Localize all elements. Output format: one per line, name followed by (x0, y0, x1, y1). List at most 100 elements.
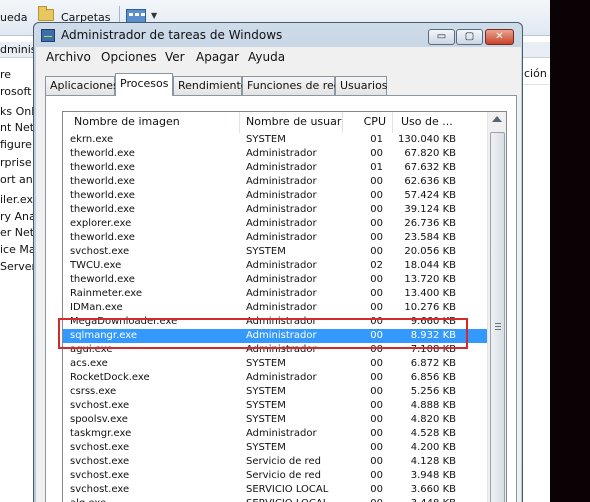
process-user-cell: Administrador (246, 274, 317, 285)
toolbar-search-label[interactable]: ueda (0, 11, 27, 24)
process-mem-cell: 130.040 KB (398, 134, 456, 145)
process-row[interactable]: svchost.exe SYSTEM 00 4.200 KB (63, 441, 487, 455)
process-row[interactable]: theworld.exe Administrador 00 62.636 KB (63, 175, 487, 189)
process-row[interactable]: svchost.exe SYSTEM 00 20.056 KB (63, 245, 487, 259)
process-row[interactable]: acs.exe SYSTEM 00 6.872 KB (63, 357, 487, 371)
process-row[interactable]: svchost.exe SYSTEM 00 4.888 KB (63, 399, 487, 413)
explorer-tree-item[interactable]: ice Ma (0, 243, 36, 256)
scroll-up-icon[interactable] (492, 116, 502, 122)
tab-funciones-de-red[interactable]: Funciones de red (242, 76, 341, 95)
process-mem-cell: 4.528 KB (410, 428, 456, 439)
chevron-down-icon[interactable]: ▼ (151, 11, 157, 20)
window-body: Aplicaciones Procesos Rendimiento Funcio… (36, 67, 521, 502)
process-row[interactable]: agui.exe Administrador 00 7.108 KB (63, 343, 487, 357)
process-cpu-cell: 00 (343, 497, 383, 502)
folder-icon[interactable] (38, 6, 54, 21)
process-row[interactable]: TWCU.exe Administrador 02 18.044 KB (63, 259, 487, 273)
left-panel-header-label: dminist (0, 43, 36, 56)
process-row[interactable]: alg.exe SERVICIO LOCAL00 3.448 KB (63, 497, 487, 502)
process-mem-cell: 57.424 KB (404, 190, 456, 201)
process-row[interactable]: svchost.exe SERVICIO LOCAL 00 3.660 KB (63, 483, 487, 497)
explorer-left-panel: dminist re rosoft S ks Onli nt Netw figure rp… (0, 36, 36, 502)
process-row[interactable]: taskmgr.exe Administrador 00 4.528 KB (63, 427, 487, 441)
process-user-cell: Administrador (246, 218, 317, 229)
process-mem-cell: 3.448 KB (393, 497, 456, 502)
process-cpu-cell: 00 (370, 428, 383, 439)
process-cpu-cell: 00 (370, 176, 383, 187)
explorer-tree-item[interactable]: er Netw (0, 226, 36, 239)
menu-ver[interactable]: Ver (165, 50, 185, 64)
maximize-button[interactable]: ▢ (456, 29, 483, 45)
process-cpu-cell: 00 (370, 400, 383, 411)
process-cpu-cell: 00 (370, 484, 383, 495)
process-user-cell: SYSTEM (246, 442, 286, 453)
vertical-scrollbar[interactable] (487, 112, 506, 502)
process-mem-cell: 13.720 KB (404, 274, 456, 285)
scroll-thumb[interactable] (490, 132, 505, 502)
process-cpu-cell: 00 (370, 316, 383, 327)
process-row[interactable]: svchost.exe Servicio de red 00 4.128 KB (63, 455, 487, 469)
tab-aplicaciones[interactable]: Aplicaciones (45, 76, 119, 95)
menu-archivo[interactable]: Archivo (46, 50, 91, 64)
tab-usuarios[interactable]: Usuarios (335, 76, 388, 95)
explorer-tree-item[interactable]: re (0, 68, 11, 81)
process-mem-cell: 4.888 KB (410, 400, 456, 411)
explorer-tree-item[interactable]: Server (0, 260, 36, 273)
process-row[interactable]: theworld.exe Administrador 00 13.720 KB (63, 273, 487, 287)
process-user-cell: Servicio de red (246, 470, 321, 481)
process-row[interactable]: IDMan.exe Administrador 00 10.276 KB (63, 301, 487, 315)
menu-ayuda[interactable]: Ayuda (248, 50, 285, 64)
process-row[interactable]: svchost.exe Servicio de red 00 3.948 KB (63, 469, 487, 483)
process-row[interactable]: RocketDock.exe Administrador 00 6.856 KB (63, 371, 487, 385)
column-image-name[interactable]: Nombre de imagen (63, 112, 240, 133)
explorer-tree-item[interactable]: nt Netw (0, 121, 36, 134)
minimize-button[interactable]: ▭ (428, 29, 455, 45)
process-row[interactable]: MegaDownloader.exe Administrador 00 9.660 K… (63, 315, 487, 329)
column-user-name[interactable]: Nombre de usuario (240, 112, 343, 133)
explorer-tree-item[interactable]: rosoft S (0, 85, 36, 98)
process-user-cell: Administrador (246, 162, 317, 173)
menu-apagar[interactable]: Apagar (196, 50, 239, 64)
process-user-cell: SYSTEM (246, 400, 286, 411)
process-row[interactable]: csrss.exe SYSTEM 00 5.256 KB (63, 385, 487, 399)
process-user-cell: Administrador (246, 302, 317, 313)
process-row[interactable]: ekrn.exe SYSTEM 01 130.040 KB (63, 133, 487, 147)
process-mem-cell: 26.736 KB (404, 218, 456, 229)
process-name-cell: theworld.exe (70, 232, 135, 243)
tab-procesos[interactable]: Procesos (115, 73, 173, 96)
explorer-tree-item[interactable]: iler.exe (0, 193, 36, 206)
process-user-cell: Administrador (246, 372, 317, 383)
process-name-cell: RocketDock.exe (70, 372, 150, 383)
process-row[interactable]: sqlmangr.exe Administrador 00 8.932 KB (63, 329, 487, 343)
explorer-tree-item[interactable]: ks Onli (0, 105, 36, 118)
process-list[interactable]: Nombre de imagen Nombre de usuario CPU U… (62, 111, 507, 502)
explorer-tree-item[interactable]: ry Ana (0, 210, 36, 223)
explorer-tree-item[interactable]: ort and (0, 173, 36, 186)
tab-rendimiento[interactable]: Rendimiento (173, 76, 247, 95)
explorer-tree-item[interactable]: rprise M (0, 156, 36, 169)
process-cpu-cell: 01 (370, 134, 383, 145)
process-row[interactable]: spoolsv.exe SYSTEM 00 4.820 KB (63, 413, 487, 427)
process-row[interactable]: Rainmeter.exe Administrador 00 13.400 KB (63, 287, 487, 301)
column-memory[interactable]: Uso de ... (393, 112, 487, 133)
process-user-cell: Administrador (246, 428, 317, 439)
process-row[interactable]: theworld.exe Administrador 00 23.584 KB (63, 231, 487, 245)
process-row[interactable]: theworld.exe Administrador 01 67.632 KB (63, 161, 487, 175)
process-row[interactable]: theworld.exe Administrador 00 39.124 KB (63, 203, 487, 217)
process-mem-cell: 5.256 KB (410, 386, 456, 397)
window-title: Administrador de tareas de Windows (61, 28, 283, 42)
view-mode-icon[interactable] (126, 9, 146, 23)
menu-opciones[interactable]: Opciones (101, 50, 157, 64)
process-row[interactable]: theworld.exe Administrador 00 57.424 KB (63, 189, 487, 203)
process-row[interactable]: theworld.exe Administrador 00 67.820 KB (63, 147, 487, 161)
process-name-cell: MegaDownloader.exe (70, 316, 178, 327)
column-cpu[interactable]: CPU (343, 112, 393, 133)
process-row[interactable]: explorer.exe Administrador 00 26.736 KB (63, 217, 487, 231)
close-button[interactable]: ✕ (485, 29, 514, 45)
right-panel-header (521, 42, 551, 58)
process-name-cell: svchost.exe (70, 442, 130, 453)
process-mem-cell: 4.820 KB (410, 414, 456, 425)
process-name-cell: IDMan.exe (70, 302, 123, 313)
explorer-tree-item[interactable]: figure (0, 138, 32, 151)
title-bar[interactable]: Administrador de tareas de Windows ▭ ▢ ✕ (34, 23, 522, 49)
